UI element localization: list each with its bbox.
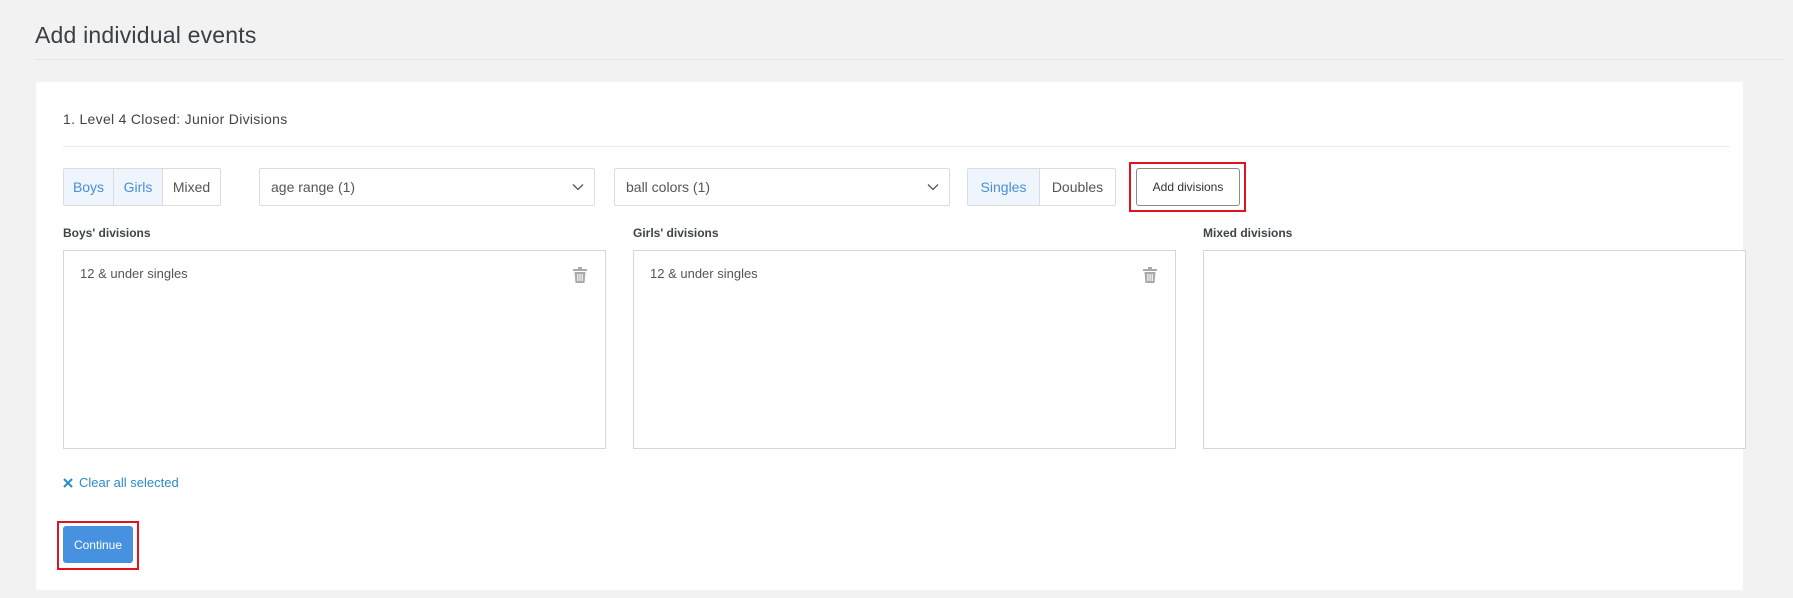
chevron-down-icon	[572, 184, 584, 191]
age-range-value: age range (1)	[271, 179, 356, 195]
page-title: Add individual events	[35, 22, 257, 48]
ball-colors-value: ball colors (1)	[626, 179, 711, 195]
close-icon	[63, 477, 73, 488]
gender-boys-toggle[interactable]: Boys	[64, 169, 114, 205]
continue-button[interactable]: Continue	[63, 526, 133, 563]
event-card: 1. Level 4 Closed: Junior Divisions Boys…	[36, 82, 1746, 590]
type-singles-toggle[interactable]: Singles	[968, 169, 1040, 205]
age-range-select[interactable]: age range (1)	[259, 168, 595, 206]
gender-mixed-toggle[interactable]: Mixed	[163, 169, 220, 205]
mixed-divisions-list	[1203, 250, 1746, 449]
chevron-down-icon	[927, 184, 939, 191]
list-item: 12 & under singles	[650, 266, 758, 281]
gender-girls-toggle[interactable]: Girls	[114, 169, 163, 205]
girls-divisions-list: 12 & under singles	[633, 250, 1176, 449]
list-item: 12 & under singles	[80, 266, 188, 281]
clear-all-label: Clear all selected	[79, 475, 179, 490]
mixed-divisions-label: Mixed divisions	[1203, 226, 1293, 240]
clear-all-selected-link[interactable]: Clear all selected	[63, 475, 179, 490]
ball-colors-select[interactable]: ball colors (1)	[614, 168, 950, 206]
boys-divisions-list: 12 & under singles	[63, 250, 606, 449]
event-title: 1. Level 4 Closed: Junior Divisions	[63, 111, 288, 127]
type-doubles-toggle[interactable]: Doubles	[1040, 169, 1115, 205]
trash-icon[interactable]	[573, 267, 587, 283]
girls-divisions-label: Girls' divisions	[633, 226, 719, 240]
match-type-toggle-group: Singles Doubles	[967, 168, 1116, 206]
title-divider	[35, 59, 1785, 60]
trash-icon[interactable]	[1143, 267, 1157, 283]
gender-toggle-group: Boys Girls Mixed	[63, 168, 221, 206]
event-divider	[63, 146, 1730, 147]
add-divisions-button[interactable]: Add divisions	[1136, 168, 1240, 206]
boys-divisions-label: Boys' divisions	[63, 226, 151, 240]
